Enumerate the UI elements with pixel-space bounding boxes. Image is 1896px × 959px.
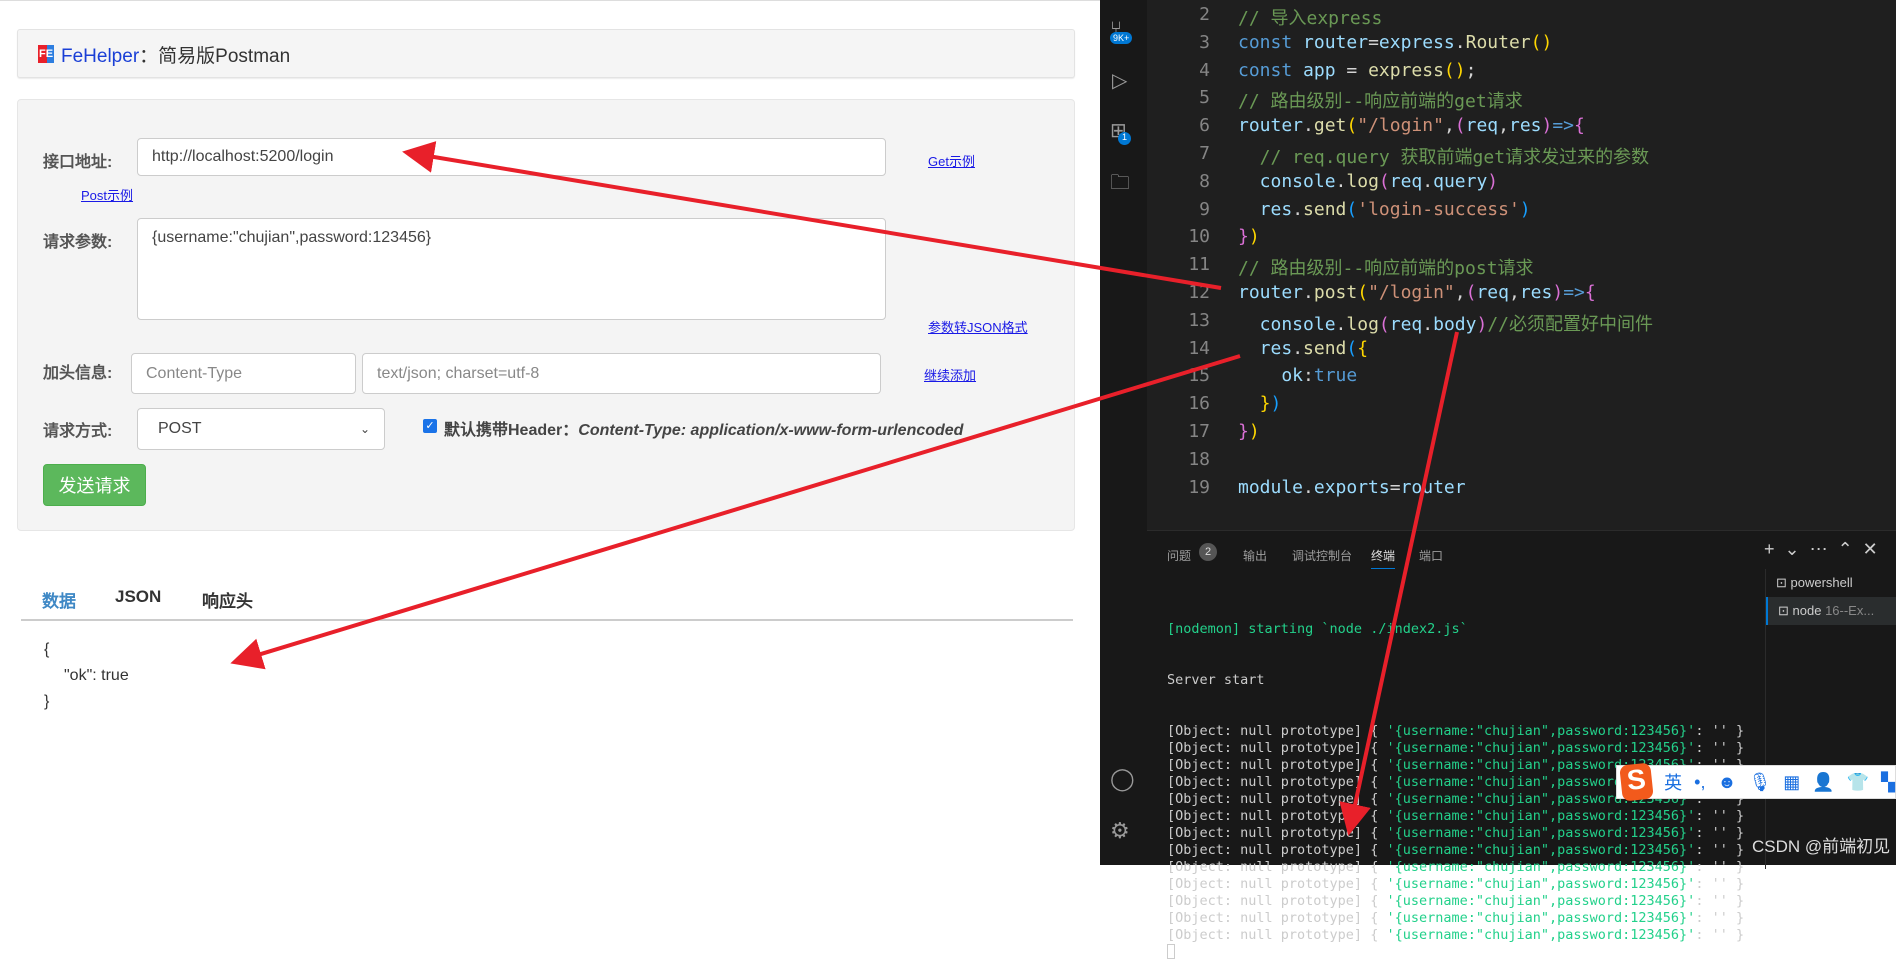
annotation-arrows	[230, 141, 1459, 836]
terminal-line: [Object: null prototype] { '{username:"c…	[1167, 876, 1745, 892]
arrow-body-to-terminal	[1339, 331, 1459, 836]
terminal-cursor	[1167, 944, 1175, 959]
arrow-send-to-response	[230, 354, 1241, 670]
terminal-line: [Object: null prototype] { '{username:"c…	[1167, 910, 1745, 926]
terminal-line: [Object: null prototype] { '{username:"c…	[1167, 893, 1745, 909]
arrow-url-to-route	[402, 141, 1222, 290]
terminal-line: [Object: null prototype] { '{username:"c…	[1167, 927, 1745, 943]
